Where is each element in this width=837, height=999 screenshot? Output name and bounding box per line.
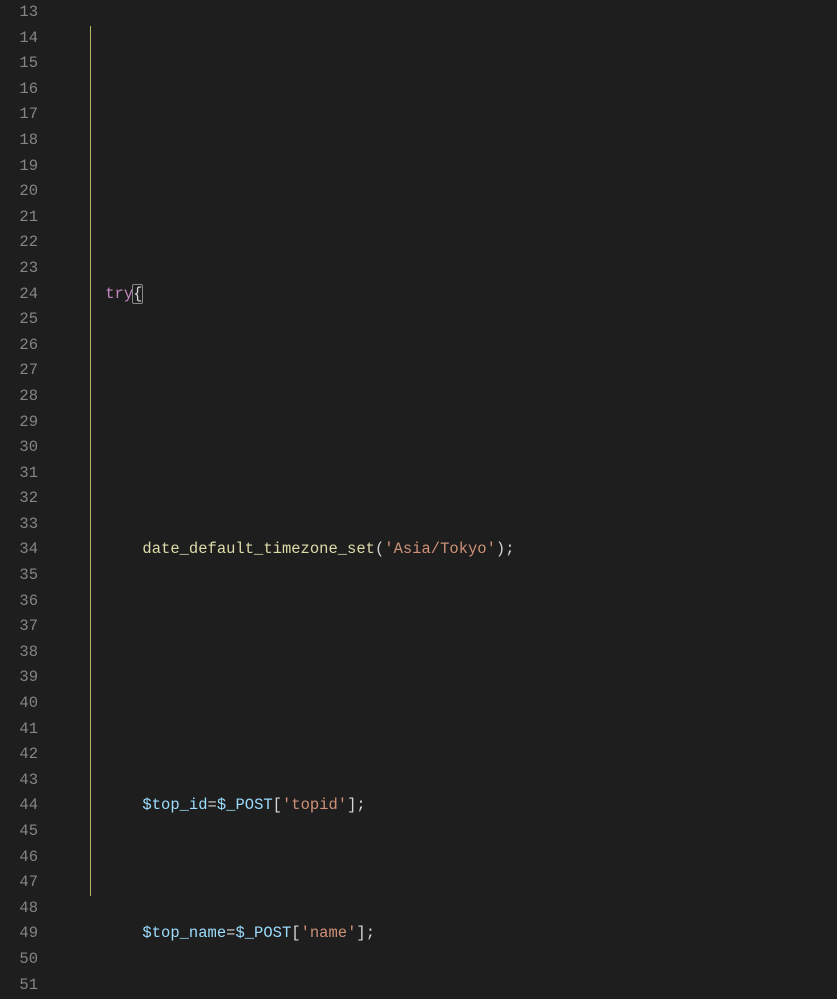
- code-line[interactable]: $top_id=$_POST['topid'];: [58, 793, 837, 819]
- line-number: 27: [0, 358, 38, 384]
- line-number: 18: [0, 128, 38, 154]
- line-number: 23: [0, 256, 38, 282]
- code-line[interactable]: try{: [58, 282, 837, 308]
- line-number: 19: [0, 154, 38, 180]
- var-top-name: $top_name: [142, 924, 226, 942]
- line-number: 15: [0, 51, 38, 77]
- line-number: 46: [0, 845, 38, 871]
- line-number-gutter: 1314151617181920212223242526272829303132…: [0, 0, 58, 999]
- line-number: 32: [0, 486, 38, 512]
- code-editor[interactable]: 1314151617181920212223242526272829303132…: [0, 0, 837, 999]
- line-number: 38: [0, 640, 38, 666]
- line-number: 51: [0, 973, 38, 999]
- line-number: 48: [0, 896, 38, 922]
- line-number: 49: [0, 921, 38, 947]
- str-topid: 'topid': [282, 796, 347, 814]
- line-number: 26: [0, 333, 38, 359]
- line-number: 39: [0, 665, 38, 691]
- brace-open: {: [133, 285, 142, 303]
- line-number: 41: [0, 717, 38, 743]
- line-number: 42: [0, 742, 38, 768]
- code-line[interactable]: $top_name=$_POST['name'];: [58, 921, 837, 947]
- line-number: 40: [0, 691, 38, 717]
- line-number: 31: [0, 461, 38, 487]
- line-number: 45: [0, 819, 38, 845]
- var-post: $_POST: [217, 796, 273, 814]
- line-number: 28: [0, 384, 38, 410]
- line-number: 24: [0, 282, 38, 308]
- keyword-try: try: [105, 285, 133, 303]
- fn-date-default-timezone-set: date_default_timezone_set: [142, 540, 375, 558]
- line-number: 34: [0, 537, 38, 563]
- line-number: 20: [0, 179, 38, 205]
- line-number: 33: [0, 512, 38, 538]
- line-number: 17: [0, 102, 38, 128]
- line-number: 25: [0, 307, 38, 333]
- line-number: 22: [0, 230, 38, 256]
- code-area[interactable]: try{ date_default_timezone_set('Asia/Tok…: [58, 0, 837, 999]
- line-number: 43: [0, 768, 38, 794]
- line-number: 14: [0, 26, 38, 52]
- line-number: 16: [0, 77, 38, 103]
- line-number: 13: [0, 0, 38, 26]
- code-line[interactable]: [58, 154, 837, 180]
- line-number: 29: [0, 410, 38, 436]
- code-line[interactable]: [58, 410, 837, 436]
- str-name: 'name': [301, 924, 357, 942]
- line-number: 21: [0, 205, 38, 231]
- line-number: 30: [0, 435, 38, 461]
- line-number: 47: [0, 870, 38, 896]
- str-asia-tokyo: 'Asia/Tokyo': [384, 540, 496, 558]
- var-post: $_POST: [235, 924, 291, 942]
- line-number: 37: [0, 614, 38, 640]
- line-number: 35: [0, 563, 38, 589]
- line-number: 44: [0, 793, 38, 819]
- code-line[interactable]: [58, 665, 837, 691]
- line-number: 36: [0, 589, 38, 615]
- var-top-id: $top_id: [142, 796, 207, 814]
- code-line[interactable]: date_default_timezone_set('Asia/Tokyo');: [58, 537, 837, 563]
- line-number: 50: [0, 947, 38, 973]
